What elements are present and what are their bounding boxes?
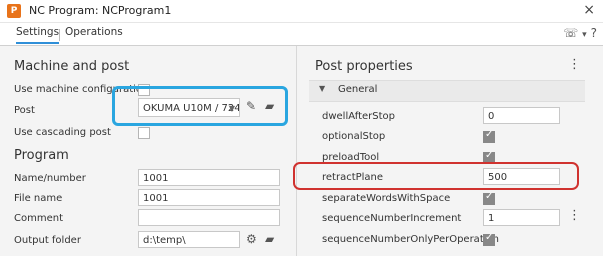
header-icons: ☏ ▾?	[559, 26, 597, 40]
output-folder-input[interactable]: d:\temp\	[138, 231, 240, 248]
chevron-down-icon: ▼	[319, 84, 326, 93]
output-folder-label: Output folder	[14, 235, 81, 246]
file-name-label: File name	[14, 193, 63, 204]
comment-label: Comment	[14, 213, 63, 224]
folder-settings-icon[interactable]: ⚙	[246, 232, 257, 246]
machine-section-title: Machine and post	[14, 59, 130, 74]
phone-icon[interactable]: ☏	[563, 26, 578, 40]
name-number-label: Name/number	[14, 173, 86, 184]
group-general[interactable]: ▼ General	[309, 80, 585, 102]
close-icon[interactable]: ×	[583, 2, 595, 18]
post-label: Post	[14, 105, 35, 116]
kebab-menu-icon[interactable]: ⋮	[568, 208, 581, 223]
app-icon: P	[7, 4, 21, 18]
sequence-number-increment-input[interactable]: 1	[483, 209, 560, 226]
comment-input[interactable]	[138, 209, 280, 226]
prop-name: optionalStop	[322, 131, 386, 142]
program-section-title: Program	[14, 148, 69, 163]
tab-settings[interactable]: Settings	[16, 26, 60, 44]
window-title: NC Program: NCProgram1	[29, 4, 172, 17]
prop-name: sequenceNumberIncrement	[322, 213, 462, 224]
use-cascading-label: Use cascading post	[14, 127, 111, 138]
title-bar: P NC Program: NCProgram1 ×	[0, 0, 603, 23]
dwell-after-stop-input[interactable]: 0	[483, 107, 560, 124]
retract-plane-highlight	[293, 162, 579, 190]
prop-name: dwellAfterStop	[322, 111, 395, 122]
tab-operations[interactable]: Operations	[65, 26, 123, 42]
sequence-number-only-per-operation-checkbox[interactable]	[483, 232, 495, 246]
post-highlight	[112, 86, 288, 126]
folder-open-icon[interactable]: ▰	[265, 232, 274, 246]
group-general-label: General	[338, 84, 378, 95]
separate-words-checkbox[interactable]	[483, 191, 495, 205]
chevron-down-icon[interactable]: ▾	[582, 30, 587, 40]
file-name-input[interactable]: 1001	[138, 189, 280, 206]
optional-stop-checkbox[interactable]	[483, 129, 495, 143]
prop-name: separateWordsWithSpace	[322, 193, 451, 204]
name-number-input[interactable]: 1001	[138, 169, 280, 186]
kebab-menu-icon[interactable]: ⋮	[568, 57, 581, 72]
help-icon[interactable]: ?	[591, 26, 597, 40]
tab-bar: Settings Operations	[0, 23, 603, 46]
post-properties-title: Post properties	[315, 59, 413, 74]
prop-name: sequenceNumberOnlyPerOperation	[322, 234, 499, 245]
use-cascading-checkbox[interactable]	[138, 127, 150, 139]
tab-divider	[59, 29, 60, 41]
